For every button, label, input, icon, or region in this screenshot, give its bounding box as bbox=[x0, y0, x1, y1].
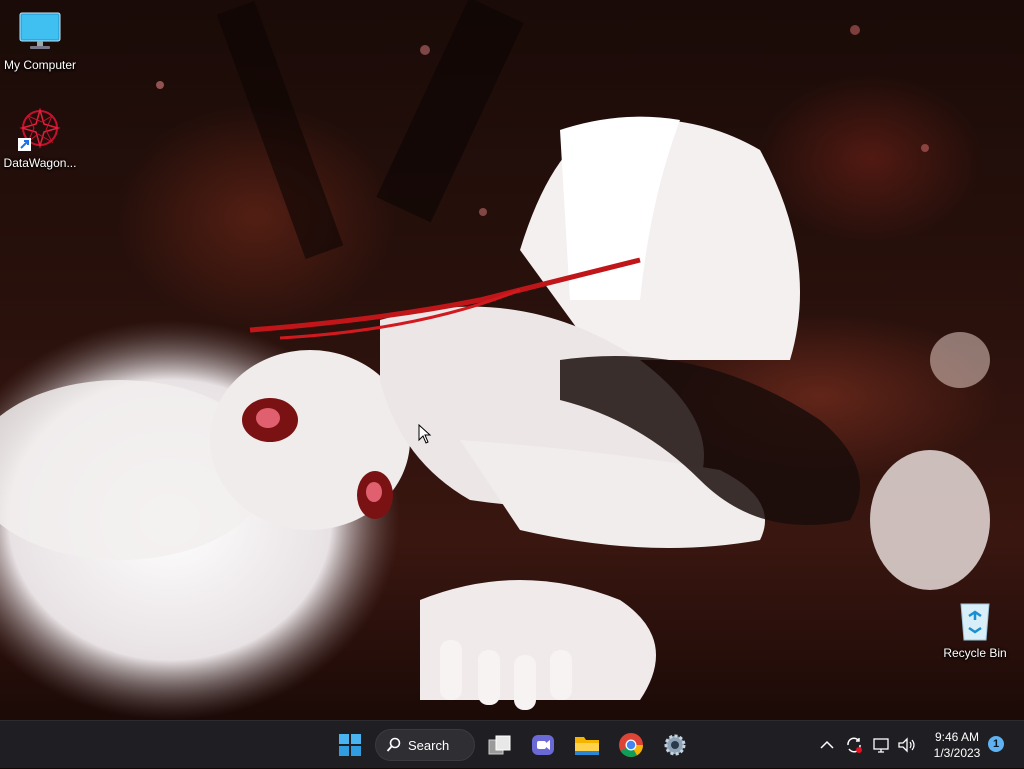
desktop-icon-label: DataWagon... bbox=[3, 156, 77, 170]
settings-button[interactable] bbox=[657, 727, 693, 763]
clock-time: 9:46 AM bbox=[934, 730, 980, 744]
tray-volume-button[interactable] bbox=[897, 721, 919, 769]
tray-network-button[interactable] bbox=[872, 721, 892, 769]
taskbar: Search 9:46 AM 1/3/2023 bbox=[0, 720, 1024, 768]
clock-date: 1/3/2023 bbox=[933, 746, 981, 760]
notification-badge[interactable]: 1 bbox=[988, 736, 1004, 752]
datawagon-logo-icon bbox=[18, 107, 62, 152]
windows-start-icon bbox=[339, 734, 361, 756]
teams-chat-button[interactable] bbox=[525, 727, 561, 763]
desktop-icon-recycle-bin[interactable]: Recycle Bin bbox=[935, 598, 1015, 660]
show-hidden-icons-button[interactable] bbox=[820, 721, 840, 769]
desktop-icon-datawagon[interactable]: DataWagon... bbox=[0, 107, 80, 170]
start-button[interactable] bbox=[332, 727, 368, 763]
chrome-button[interactable] bbox=[613, 727, 649, 763]
desktop-wallpaper[interactable]: My Computer DataWagon... Recycle Bin bbox=[0, 0, 1024, 720]
search-icon bbox=[386, 737, 401, 752]
settings-icon bbox=[664, 734, 686, 756]
sync-icon bbox=[847, 737, 862, 753]
task-view-button[interactable] bbox=[482, 727, 518, 763]
desktop-icon-my-computer[interactable]: My Computer bbox=[0, 10, 80, 72]
tray-sync-button[interactable] bbox=[845, 721, 865, 769]
volume-icon bbox=[898, 737, 915, 753]
recycle-bin-icon bbox=[953, 598, 997, 642]
monitor-icon bbox=[18, 10, 62, 54]
wallpaper-artwork bbox=[0, 0, 990, 720]
teams-chat-icon bbox=[532, 735, 554, 755]
chrome-icon bbox=[619, 733, 643, 758]
taskbar-search-button[interactable]: Search bbox=[375, 729, 475, 761]
file-explorer-icon bbox=[575, 737, 599, 755]
mouse-pointer-icon bbox=[418, 424, 432, 444]
task-view-icon bbox=[488, 735, 511, 755]
desktop-icon-label: My Computer bbox=[3, 58, 77, 72]
file-explorer-button[interactable] bbox=[569, 727, 605, 763]
network-icon bbox=[873, 738, 889, 753]
desktop-icon-label: Recycle Bin bbox=[943, 646, 1007, 660]
taskbar-clock[interactable]: 9:46 AM 1/3/2023 bbox=[926, 729, 988, 761]
search-label: Search bbox=[408, 737, 450, 753]
chevron-up-icon bbox=[820, 740, 834, 749]
